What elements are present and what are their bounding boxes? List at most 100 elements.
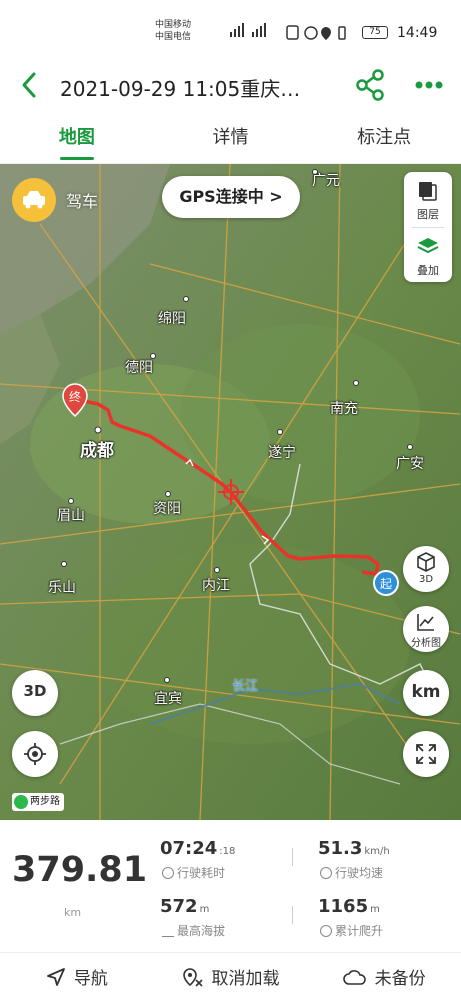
city-label-nanchong: 南充	[330, 401, 358, 417]
cloud-icon	[342, 969, 366, 985]
max-altitude-unit: m	[199, 904, 210, 915]
max-altitude-label-text: 最高海拔	[177, 924, 226, 938]
status-time: 14:49	[397, 25, 438, 41]
city-label-leshan: 乐山	[48, 580, 76, 596]
fullscreen-button[interactable]	[403, 731, 449, 777]
locate-icon	[24, 743, 46, 765]
carrier-2: 中国电信	[155, 32, 192, 42]
logo-icon	[14, 795, 28, 809]
start-marker-label: 起	[380, 577, 392, 591]
carrier-info: 中国移动 中国电信	[155, 19, 191, 43]
layers-icon	[419, 182, 437, 201]
duration-label: 行驶耗时	[162, 864, 225, 881]
start-marker[interactable]: 起	[372, 569, 400, 597]
city-label-suining: 遂宁	[268, 445, 296, 461]
cancel-load-label: 取消加载	[211, 969, 280, 989]
unit-toggle-button[interactable]: km	[403, 670, 449, 716]
line-chart-icon	[417, 614, 434, 631]
climb-unit: m	[370, 904, 380, 915]
city-label-mianyang: 绵阳	[158, 311, 186, 327]
climb-label-text: 累计爬升	[335, 924, 384, 938]
city-label-deyang: 德阳	[125, 360, 153, 376]
navigation-arrow-icon	[46, 967, 65, 986]
view-3d-button[interactable]: 3D	[403, 546, 449, 592]
expand-icon	[416, 744, 436, 764]
bottom-action-bar: 导航 取消加载 未备份	[0, 952, 461, 1000]
duration-main: 07:24	[160, 838, 218, 859]
climb-value: 1165 m	[318, 896, 380, 917]
layer-panel: 图层 叠加	[404, 172, 452, 282]
city-label-yibin: 宜宾	[154, 691, 182, 707]
max-altitude-label: 最高海拔	[162, 922, 225, 939]
overlay-stack-icon	[417, 238, 439, 254]
carrier-1: 中国移动	[155, 20, 192, 30]
speedometer-icon	[320, 867, 332, 879]
city-label-ziyang: 资阳	[153, 501, 181, 517]
view-3d-label: 3D	[418, 574, 434, 585]
city-label-meishan: 眉山	[57, 508, 85, 524]
max-altitude-main: 572	[160, 896, 198, 917]
battery-indicator: 75	[362, 26, 388, 39]
end-marker-label: 终	[69, 389, 81, 404]
satellite-map-background	[0, 164, 461, 820]
avg-speed-label-text: 行驶均速	[335, 866, 384, 880]
back-button[interactable]	[18, 70, 42, 100]
divider	[292, 906, 293, 924]
signal-icon	[230, 23, 266, 37]
analysis-chart-button[interactable]: 分析图	[403, 606, 449, 652]
track-stats-panel: 379.81 km 07:24:18 行驶耗时 51.3 km/h 行驶均速 57…	[0, 820, 461, 952]
total-distance: 379.81	[12, 850, 148, 890]
map-pin-cancel-icon	[182, 967, 203, 987]
max-altitude-value: 572 m	[160, 896, 209, 917]
share-button[interactable]	[354, 68, 388, 102]
layers-button[interactable]: 图层	[404, 172, 452, 226]
end-marker[interactable]: 终	[60, 382, 90, 418]
cube-icon	[417, 552, 435, 572]
chevron-left-icon	[22, 72, 36, 98]
navigate-label: 导航	[73, 969, 108, 989]
tab-map[interactable]: 地图	[0, 112, 154, 163]
city-label-neijiang: 内江	[202, 578, 230, 594]
tilt-3d-button[interactable]: 3D	[12, 670, 58, 716]
duration-seconds: :18	[219, 846, 236, 857]
duration-label-text: 行驶耗时	[177, 866, 226, 880]
avg-speed-value: 51.3 km/h	[318, 838, 390, 859]
tab-markers[interactable]: 标注点	[307, 112, 461, 163]
tab-details[interactable]: 详情	[154, 112, 308, 163]
clock-icon	[162, 867, 174, 879]
divider	[292, 848, 293, 866]
status-icons	[286, 25, 346, 40]
distance-unit: km	[64, 906, 82, 919]
avg-speed-label: 行驶均速	[320, 864, 383, 881]
more-button[interactable]	[412, 68, 446, 102]
city-label-guangan: 广安	[396, 456, 424, 472]
climb-icon	[320, 925, 332, 937]
locate-button[interactable]	[12, 731, 58, 777]
cancel-load-button[interactable]: 取消加载	[154, 953, 308, 1000]
gps-status-button[interactable]: GPS连接中 >	[162, 176, 300, 218]
overlay-label: 叠加	[417, 264, 439, 277]
overlay-button[interactable]: 叠加	[404, 228, 452, 282]
share-icon	[356, 69, 384, 101]
avg-speed-main: 51.3	[318, 838, 363, 859]
status-bar: 中国移动 中国电信 75 14:49	[0, 0, 461, 60]
avg-speed-unit: km/h	[364, 846, 390, 857]
mountain-icon	[162, 925, 174, 937]
more-dots-icon	[415, 81, 443, 89]
city-label-chengdu: 成都	[80, 441, 114, 461]
drive-mode-button[interactable]: 驾车	[12, 178, 99, 222]
navigate-button[interactable]: 导航	[0, 953, 154, 1000]
title-bar: 2021-09-29 11:05重庆…	[0, 60, 461, 112]
backup-button[interactable]: 未备份	[307, 953, 461, 1000]
layers-label: 图层	[417, 208, 439, 221]
city-label-guangyuan: 广元	[312, 173, 340, 189]
duration-value: 07:24:18	[160, 838, 235, 859]
logo: 两步路	[12, 793, 64, 811]
backup-label: 未备份	[374, 969, 426, 989]
drive-mode-label: 驾车	[66, 192, 99, 211]
logo-text: 两步路	[30, 796, 60, 807]
tab-bar: 地图 详情 标注点	[0, 112, 461, 164]
tilt-3d-label: 3D	[23, 682, 47, 700]
river-label-changjiang: 长江	[232, 679, 259, 694]
map-view[interactable]: 终 起 广元 绵阳 德阳 南充 成都 遂宁 广安 眉山 资阳 乐山 内江 宜宾 …	[0, 164, 461, 820]
